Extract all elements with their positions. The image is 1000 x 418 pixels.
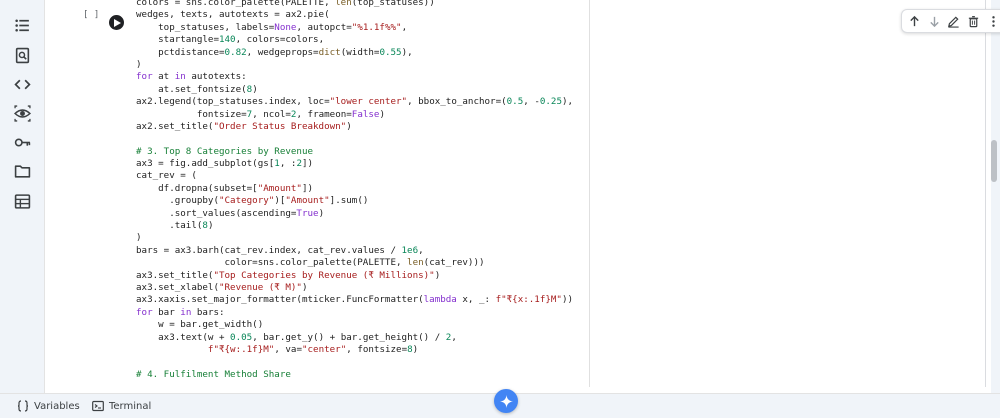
move-up-icon[interactable]	[906, 13, 923, 30]
editor-ruler	[589, 0, 590, 387]
edit-icon[interactable]	[945, 13, 962, 30]
secrets-key-icon[interactable]	[8, 130, 36, 154]
code-line: ax3.text(w + 0.05, bar.get_y() + bar.get…	[136, 331, 457, 343]
code-line: color=sns.color_palette(PALETTE, len(cat…	[136, 257, 485, 269]
scrollbar-thumb[interactable]	[991, 140, 997, 182]
code-line: .groupby("Category")["Amount"].sum()	[136, 195, 369, 207]
left-sidebar	[0, 0, 44, 393]
code-line: startangle=140, colors=colors,	[136, 34, 325, 46]
code-line: top_statuses, labels=None, autopct="%1.1…	[136, 21, 408, 33]
terminal-button[interactable]: Terminal	[92, 400, 151, 412]
cell-toolbar	[901, 9, 1000, 33]
code-line: ax3.xaxis.set_major_formatter(mticker.Fu…	[136, 294, 574, 306]
data-table-icon[interactable]	[8, 189, 36, 213]
terminal-icon	[92, 400, 104, 412]
terminal-label: Terminal	[109, 400, 152, 412]
code-line: ax2.set_title("Order Status Breakdown")	[136, 120, 352, 132]
code-line: bars = ax3.barh(cat_rev.index, cat_rev.v…	[136, 244, 424, 256]
run-cell-button[interactable]	[109, 15, 124, 30]
code-line: df.dropna(subset=["Amount"])	[136, 182, 314, 194]
code-line: ax3.set_title("Top Categories by Revenue…	[136, 269, 441, 281]
code-line: w = bar.get_width()	[136, 319, 264, 331]
find-replace-icon[interactable]	[8, 43, 36, 67]
variables-inspector-icon[interactable]	[8, 101, 36, 125]
code-line: pctdistance=0.82, wedgeprops=dict(width=…	[136, 46, 413, 58]
code-line: colors = sns.color_palette(PALETTE, len(…	[136, 0, 435, 8]
variables-button[interactable]: Variables	[17, 400, 80, 412]
code-line: # 4. Fulfilment Method Share	[136, 368, 291, 380]
play-icon	[113, 18, 121, 27]
code-line: ax2.legend(top_statuses.index, loc="lowe…	[136, 96, 574, 108]
code-line: wedges, texts, autotexts = ax2.pie(	[136, 9, 330, 21]
execution-count: [ ]	[83, 10, 100, 20]
braces-icon	[17, 400, 29, 412]
notebook-area: [ ] colors = sns.color_palette(PALETTE, …	[44, 0, 1000, 393]
code-line: at.set_fontsize(8)	[136, 83, 258, 95]
code-line: for bar in bars:	[136, 306, 225, 318]
code-line: cat_rev = (	[136, 170, 197, 182]
files-folder-icon[interactable]	[8, 159, 36, 183]
more-vert-icon[interactable]	[985, 13, 1000, 30]
code-line: fontsize=7, ncol=2, frameon=False)	[136, 108, 386, 120]
sparkle-icon	[499, 394, 513, 408]
table-of-contents-icon[interactable]	[8, 13, 36, 37]
code-line: # 3. Top 8 Categories by Revenue	[136, 145, 314, 157]
code-line: ax3.set_xlabel("Revenue (₹ M)")	[136, 281, 308, 293]
move-down-icon[interactable]	[926, 13, 943, 30]
code-editor[interactable]: colors = sns.color_palette(PALETTE, len(…	[134, 0, 590, 387]
code-line: f"₹{w:.1f}M", va="center", fontsize=8)	[207, 343, 419, 355]
code-lines: colors = sns.color_palette(PALETTE, len(…	[136, 0, 573, 381]
code-line: .tail(8)	[136, 220, 214, 232]
code-cell[interactable]: [ ] colors = sns.color_palette(PALETTE, …	[75, 0, 1000, 387]
code-line: ax3 = fig.add_subplot(gs[1, :2])	[136, 158, 314, 170]
variables-label: Variables	[34, 400, 80, 412]
code-line: )	[136, 232, 142, 244]
code-line: .sort_values(ascending=True)	[136, 207, 325, 219]
gemini-assistant-button[interactable]	[494, 389, 518, 413]
code-line: for at in autotexts:	[136, 71, 247, 83]
delete-icon[interactable]	[965, 13, 982, 30]
code-line: )	[136, 58, 142, 70]
code-snippets-icon[interactable]	[8, 72, 36, 96]
